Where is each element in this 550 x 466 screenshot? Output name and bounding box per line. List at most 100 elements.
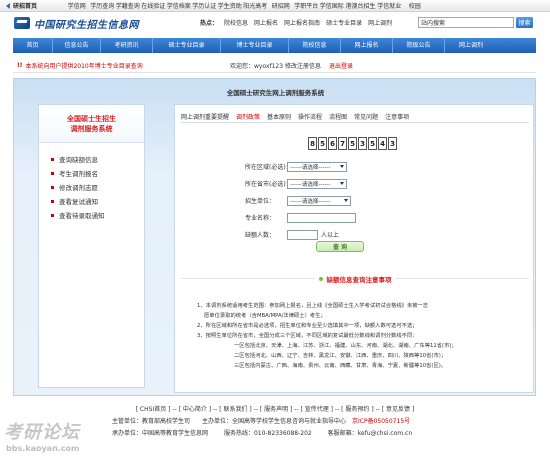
nav-item-master-catalog[interactable]: 硕士专业目录: [153, 38, 221, 53]
sidebar-item-label: 修改调剂志愿: [59, 184, 98, 192]
sidebar-item-modify[interactable]: 修改调剂志愿: [39, 180, 144, 194]
province-select[interactable]: ------请选择------: [287, 178, 347, 189]
bullet-icon: [51, 199, 54, 203]
captcha-image: 8 5 6 7 5 3 5 4 3: [308, 137, 398, 152]
region-label: 所在区域(必选)：: [245, 164, 292, 171]
logo-text: 中国研究生招生信息网: [34, 19, 139, 31]
captcha-char: 5: [368, 137, 377, 150]
site-header: 中国研究生招生信息网 热点： 院校信息 网上报名 网上报名指南 硕士专业目录 网…: [0, 12, 550, 34]
sidebar-title-line1: 全国硕士生招生: [67, 114, 116, 123]
info-bar: !! 本系统向用户提供2010年博士专业目录查询 欢迎您：wyoxf123 修改…: [13, 58, 536, 73]
icp-number[interactable]: 京ICP备05050715号: [352, 418, 410, 425]
captcha-char: 3: [358, 137, 367, 150]
count-unit: 人以上: [321, 232, 340, 239]
bullet-icon: [51, 213, 54, 217]
top-link[interactable]: 学籍查询: [115, 1, 141, 10]
count-input[interactable]: [287, 229, 318, 240]
system-notice[interactable]: 本系统向用户提供2010年博士专业目录查询: [25, 61, 142, 70]
tab-flowchart[interactable]: 流程图: [329, 112, 347, 121]
edit-profile-link[interactable]: 修改注册信息: [285, 61, 321, 70]
nav-item-announcements[interactable]: 信息公告: [53, 38, 101, 53]
logout-link[interactable]: 退出登录: [329, 61, 353, 70]
nav-item-adjustment[interactable]: 网上调剂: [445, 38, 497, 53]
hot-link[interactable]: 网上报名指南: [284, 18, 320, 27]
alert-icon: !!: [17, 61, 23, 69]
hot-link[interactable]: 硕士专业目录: [326, 18, 362, 27]
footer-links[interactable]: [ CHSI首页 ] -- [ 中心简介 ] -- [ 联系我们 ] -- [ …: [0, 404, 550, 413]
home-link[interactable]: 研招首页: [6, 1, 64, 10]
welcome-text: 欢迎您：wyoxf123: [230, 62, 284, 70]
captcha-char: 3: [388, 137, 397, 150]
sidebar-item-label: 查询缺额信息: [59, 156, 98, 164]
top-link[interactable]: 学职平台: [294, 1, 320, 10]
email-text: 客服邮箱：kefu@chsi.com.cn: [327, 430, 413, 437]
search-button[interactable]: 搜索: [516, 17, 533, 28]
unit-label: 招生单位：: [245, 198, 276, 205]
note-line: 愿单位录取的统考（含MBA/MPA/法律硕士）考生；: [204, 313, 326, 319]
nav-item-news[interactable]: 考研资讯: [101, 38, 153, 53]
top-link[interactable]: 学信就业: [377, 1, 403, 10]
top-link[interactable]: 学生资助: [217, 1, 243, 10]
back-arrow-icon: [6, 2, 10, 9]
captcha-char: 6: [328, 137, 337, 150]
captcha-char: 5: [318, 137, 327, 150]
hot-links: 热点： 院校信息 网上报名 网上报名指南 硕士专业目录 网上调剂: [200, 18, 392, 27]
tab-faq[interactable]: 常见问题: [354, 112, 378, 121]
sidebar-item-query-vacancy[interactable]: 查询缺额信息: [39, 152, 144, 166]
notes-list: 1、本调剂系统适用考生范围：参加网上报名，且上线《全国硕士生入学考试初试合格线》…: [197, 301, 527, 371]
tab-principles[interactable]: 基本原则: [267, 112, 291, 121]
top-link[interactable]: 阳光高考: [243, 1, 269, 10]
watermark-url: bbs.kaoyan.com: [6, 444, 80, 453]
footer-contact: 承办单位：中国高等教育学生信息网 服务热线：010-82336088-202 客…: [112, 428, 412, 437]
search-input[interactable]: 站内搜索: [418, 17, 514, 28]
sidebar-item-apply[interactable]: 考生调剂报名: [39, 166, 144, 180]
top-link[interactable]: 学信网: [64, 1, 90, 10]
search-placeholder: 站内搜索: [421, 20, 446, 27]
top-link[interactable]: 校园: [402, 1, 428, 10]
region-select-value: ------请选择------: [290, 164, 331, 171]
major-input[interactable]: [287, 212, 356, 223]
top-bar: 研招首页 学信网 学历查询 学籍查询 在线验证 学信档案 学历认证 学生资助 阳…: [0, 0, 550, 12]
top-link[interactable]: 学历查询: [90, 1, 116, 10]
tab-notes[interactable]: 注意事项: [385, 112, 409, 121]
bullet-icon: [51, 185, 54, 189]
nav-item-home[interactable]: 首页: [13, 38, 53, 53]
sidebar-item-admission-notice[interactable]: 查看待录取通知: [39, 208, 144, 222]
chevron-down-icon: [340, 165, 344, 168]
region-select[interactable]: ------请选择------: [287, 161, 347, 172]
tab-process[interactable]: 操作流程: [298, 112, 322, 121]
province-select-value: ------请选择------: [290, 181, 331, 188]
sidebar-item-interview-notice[interactable]: 查看复试通知: [39, 194, 144, 208]
hot-link[interactable]: 院校信息: [224, 18, 248, 27]
unit-select[interactable]: ------请选择------: [287, 195, 351, 206]
sidebar-menu: 查询缺额信息 考生调剂报名 修改调剂志愿 查看复试通知 查看待录取通知: [39, 152, 144, 222]
captcha-char: 8: [308, 137, 317, 150]
nav-item-schools[interactable]: 院校信息: [289, 38, 341, 53]
top-link[interactable]: 学信档案: [166, 1, 192, 10]
top-link[interactable]: 研招网: [268, 1, 294, 10]
top-link[interactable]: 港澳台招生: [345, 1, 377, 10]
province-label: 所在省市(必选)：: [245, 181, 292, 188]
nav-item-school-notices[interactable]: 院级公告: [393, 38, 445, 53]
sidebar-header: 全国硕士生招生 调剂服务系统: [39, 105, 144, 143]
query-button[interactable]: 查 询: [316, 241, 364, 252]
top-link[interactable]: 学历认证: [192, 1, 218, 10]
tab-important-reminder[interactable]: 网上调剂重要提醒: [181, 112, 229, 121]
sidebar: 全国硕士生招生 调剂服务系统 查询缺额信息 考生调剂报名 修改调剂志愿 查看复试…: [38, 104, 145, 388]
notes-header: 缺额信息查询注意事项: [175, 274, 535, 284]
graduation-cap-icon: [14, 17, 30, 29]
hot-link[interactable]: 网上调剂: [368, 18, 392, 27]
captcha-char: 4: [378, 137, 387, 150]
tab-policy[interactable]: 调剂政策: [236, 112, 260, 121]
hot-link[interactable]: 网上报名: [254, 18, 278, 27]
top-link[interactable]: 在线验证: [141, 1, 167, 10]
site-logo[interactable]: 中国研究生招生信息网: [14, 16, 139, 31]
sidebar-item-label: 查看复试通知: [59, 198, 98, 206]
nav-item-registration[interactable]: 网上报名: [341, 38, 393, 53]
sidebar-title-line2: 调剂服务系统: [70, 124, 113, 133]
nav-item-doctor-catalog[interactable]: 博士专业目录: [221, 38, 289, 53]
page-title: 全国硕士研究生网上调剂服务系统: [226, 89, 325, 97]
note-line: 3、按照生单位所在省市，全国分成三个区域，不同区域的复试最低分数线和调剂分数线不…: [197, 333, 418, 339]
top-link[interactable]: 学信国际: [319, 1, 345, 10]
province-row: 所在省市(必选)： ------请选择------: [245, 177, 356, 190]
